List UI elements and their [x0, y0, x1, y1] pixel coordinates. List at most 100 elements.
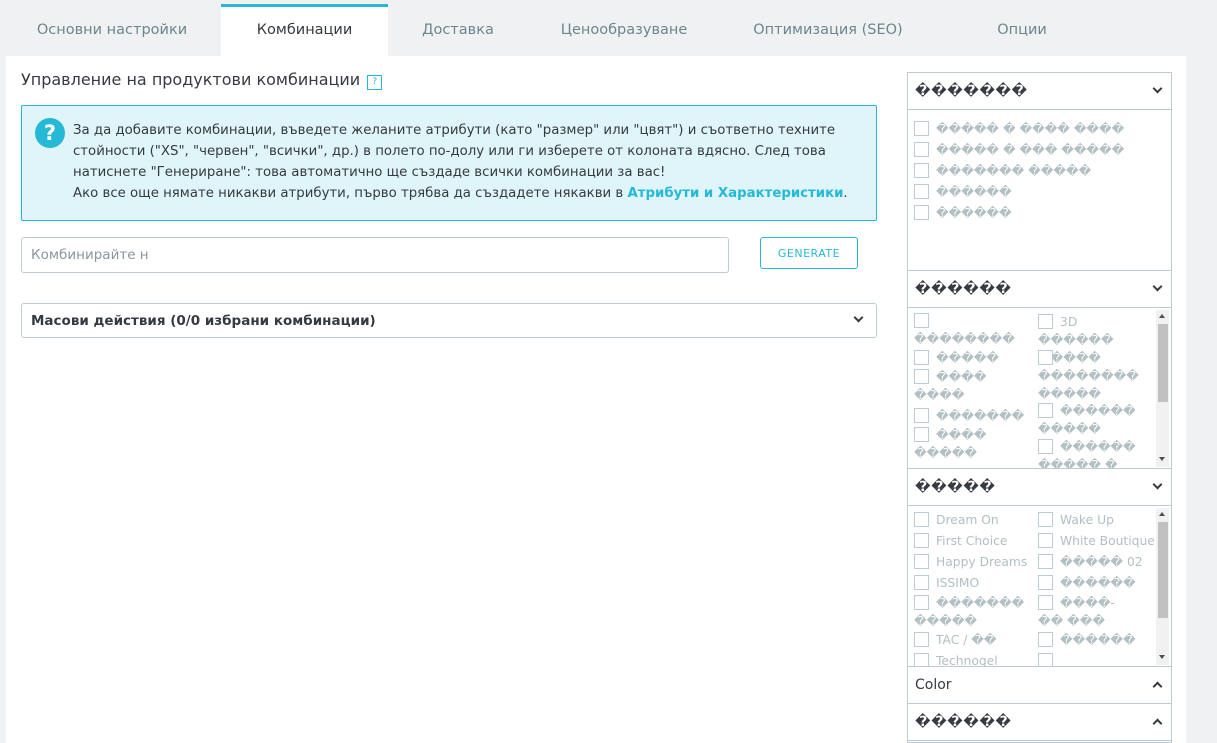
checkbox[interactable] — [914, 575, 929, 590]
attribute-group-header[interactable]: ������ — [908, 704, 1171, 741]
checkbox[interactable] — [1038, 575, 1053, 590]
tab-options[interactable]: Опции — [936, 4, 1108, 56]
attribute-option[interactable]: ISSIMO — [914, 574, 979, 592]
option-label: �������� ����� — [1038, 369, 1139, 401]
option-label: ����� — [936, 351, 1000, 365]
attribute-option[interactable]: ����-�� ��� — [1038, 594, 1138, 630]
option-label: White Boutique — [1060, 534, 1155, 548]
attribute-option[interactable]: �������� — [914, 312, 1032, 348]
attribute-option[interactable]: ������ — [914, 183, 1012, 201]
attribute-option[interactable]: �������� ����� — [1038, 349, 1150, 403]
attribute-option[interactable]: ������� ����� — [914, 162, 1091, 180]
checkbox[interactable] — [914, 632, 929, 647]
attribute-option[interactable]: ������ ����� — [1038, 402, 1150, 438]
info-line: стойности ("XS", "червен", "всички", др.… — [73, 144, 826, 159]
checkbox[interactable] — [914, 595, 929, 610]
attribute-option[interactable]: White Boutique — [1038, 532, 1155, 550]
attribute-option[interactable]: ������ — [1038, 574, 1136, 592]
attribute-group-header[interactable]: ����� — [908, 469, 1171, 506]
generate-button[interactable]: GENERATE — [760, 237, 858, 269]
scrollbar[interactable] — [1156, 508, 1169, 665]
attribute-group-header[interactable]: Color — [908, 667, 1171, 704]
scroll-up-icon[interactable] — [1159, 512, 1165, 516]
page-title-text: Управление на продуктови комбинации — [21, 70, 361, 89]
tab-combinations[interactable]: Комбинации — [221, 4, 388, 56]
attributes-features-link[interactable]: Атрибути и Характеристики — [627, 186, 843, 201]
info-line: За да добавите комбинации, въведете жела… — [73, 123, 836, 138]
chevron-down-icon — [1152, 281, 1163, 292]
checkbox[interactable] — [914, 533, 929, 548]
checkbox[interactable] — [914, 369, 929, 384]
chevron-down-icon — [1152, 479, 1163, 490]
checkbox[interactable] — [1038, 403, 1053, 418]
page-title: Управление на продуктови комбинации ? — [21, 70, 383, 90]
option-label: ����� � ��� ����� — [936, 143, 1125, 157]
checkbox[interactable] — [1038, 350, 1053, 365]
checkbox[interactable] — [1038, 533, 1053, 548]
attribute-option[interactable]: ������� ����� — [914, 594, 1026, 630]
checkbox[interactable] — [1038, 632, 1053, 647]
scroll-down-icon[interactable] — [1159, 655, 1165, 659]
tab-basic-settings[interactable]: Основни настройки — [6, 4, 218, 56]
checkbox[interactable] — [914, 313, 929, 328]
info-alert: ? За да добавите комбинации, въведете же… — [21, 105, 877, 221]
checkbox[interactable] — [1038, 512, 1053, 527]
attribute-option[interactable]: ������� — [914, 407, 1032, 425]
tab-shipping[interactable]: Доставка — [388, 4, 528, 56]
checkbox[interactable] — [1038, 595, 1053, 610]
checkbox[interactable] — [1038, 439, 1053, 454]
checkbox[interactable] — [914, 427, 929, 442]
attribute-option[interactable]: Technogel — [914, 652, 998, 666]
question-circle-icon: ? — [35, 118, 65, 148]
option-label: TAC / �� — [936, 633, 997, 647]
attribute-option[interactable]: ���� ����� — [914, 426, 994, 462]
attribute-group-title: ������ — [915, 714, 1012, 730]
scroll-up-icon[interactable] — [1159, 314, 1165, 318]
scrollbar-thumb[interactable] — [1158, 522, 1168, 618]
scroll-down-icon[interactable] — [1159, 457, 1165, 461]
info-line-text: Ако все още нямате никакви атрибути, пър… — [73, 186, 628, 201]
tab-seo[interactable]: Оптимизация (SEO) — [720, 4, 936, 56]
checkbox[interactable] — [914, 142, 929, 157]
attribute-group-title: ������� — [915, 83, 1028, 99]
checkbox[interactable] — [914, 512, 929, 527]
checkbox[interactable] — [914, 554, 929, 569]
attribute-option[interactable]: ����� 02 — [1038, 553, 1143, 571]
option-label: ����� � ���� ���� — [936, 122, 1125, 136]
option-label: ������� ����� — [936, 164, 1092, 178]
checkbox[interactable] — [914, 408, 929, 423]
combinations-search-input[interactable] — [21, 237, 729, 273]
tab-pricing[interactable]: Ценообразуване — [528, 4, 720, 56]
attribute-option[interactable] — [1038, 652, 1060, 666]
attribute-option[interactable]: ���� ���� — [914, 368, 994, 404]
checkbox[interactable] — [914, 163, 929, 178]
checkbox[interactable] — [914, 350, 929, 365]
checkbox[interactable] — [914, 121, 929, 136]
attribute-option[interactable]: First Choice — [914, 532, 1007, 550]
option-label: ������ — [1060, 576, 1136, 590]
help-icon[interactable]: ? — [367, 75, 383, 90]
attribute-option[interactable]: Happy Dreams — [914, 553, 1027, 571]
attribute-option[interactable]: ������ ����� � — [1038, 438, 1150, 468]
scrollbar-thumb[interactable] — [1158, 324, 1168, 402]
checkbox[interactable] — [914, 653, 929, 666]
attribute-group-options: �������� ����� ���� ���� ������� ���� ��… — [908, 308, 1171, 469]
checkbox[interactable] — [1038, 653, 1053, 666]
checkbox[interactable] — [914, 184, 929, 199]
attribute-group-header[interactable]: ������ — [908, 271, 1171, 308]
attribute-option[interactable]: ����� — [914, 349, 1032, 367]
scrollbar[interactable] — [1156, 310, 1169, 467]
attribute-option[interactable]: ����� � ���� ���� — [914, 120, 1124, 138]
attribute-option[interactable]: Wake Up — [1038, 511, 1114, 529]
attribute-option[interactable]: ����� � ��� ����� — [914, 141, 1124, 159]
attribute-option[interactable]: TAC / �� — [914, 631, 997, 649]
bulk-actions-toggle[interactable]: Масови действия (0/0 избрани комбинации) — [21, 303, 877, 338]
attribute-option[interactable]: Dream On — [914, 511, 999, 529]
checkbox[interactable] — [1038, 314, 1053, 329]
attribute-group-header[interactable]: ������� — [908, 73, 1171, 110]
checkbox[interactable] — [1038, 554, 1053, 569]
attribute-option[interactable]: ������ — [914, 204, 1012, 222]
attribute-group-title: ����� — [915, 479, 996, 495]
attribute-option[interactable]: ������ — [1038, 631, 1136, 649]
checkbox[interactable] — [914, 205, 929, 220]
